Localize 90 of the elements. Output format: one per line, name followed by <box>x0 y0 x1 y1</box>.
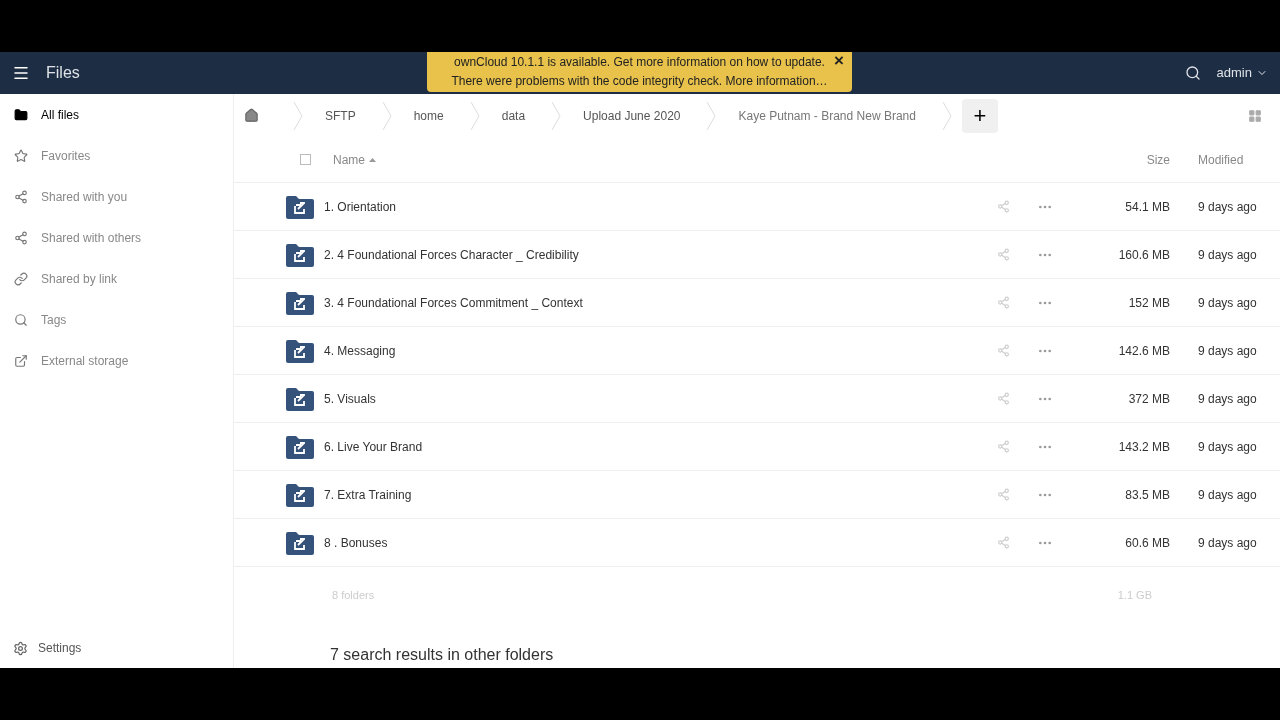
file-row[interactable]: 3. 4 Foundational Forces Commitment _ Context 152 MB 9 days ago <box>234 279 1280 327</box>
user-menu[interactable]: admin <box>1216 63 1268 83</box>
file-name[interactable]: 1. Orientation <box>324 197 397 216</box>
folder-icon <box>14 107 28 122</box>
file-size: 142.6 MB <box>1117 342 1170 360</box>
file-size: 83.5 MB <box>1124 486 1170 504</box>
share-icon[interactable] <box>997 200 1010 213</box>
shared-folder-icon <box>286 242 314 267</box>
file-size: 372 MB <box>1127 390 1170 408</box>
file-row[interactable]: 1. Orientation 54.1 MB 9 days ago <box>234 183 1280 231</box>
shared-folder-icon <box>286 386 314 411</box>
file-row[interactable]: 4. Messaging 142.6 MB 9 days ago <box>234 327 1280 375</box>
file-row[interactable]: 2. 4 Foundational Forces Character _ Credibility 160.6 MB 9 days ago <box>234 231 1280 279</box>
settings-item[interactable]: Settings <box>0 628 233 668</box>
external-icon <box>14 353 28 368</box>
file-size: 160.6 MB <box>1117 246 1170 264</box>
file-modified: 9 days ago <box>1197 390 1258 408</box>
file-row[interactable]: 8 . Bonuses 60.6 MB 9 days ago <box>234 519 1280 567</box>
shared-folder-icon <box>286 290 314 315</box>
share-icon[interactable] <box>997 344 1010 357</box>
shared-folder-icon <box>286 530 314 555</box>
file-modified: 9 days ago <box>1197 198 1258 216</box>
chevron-separator-icon <box>941 100 952 131</box>
share-icon[interactable] <box>997 440 1010 453</box>
sidebar-item[interactable]: Tags <box>0 299 233 340</box>
file-name[interactable]: 2. 4 Foundational Forces Character _ Credibility <box>324 245 579 264</box>
file-size: 54.1 MB <box>1124 198 1170 216</box>
file-modified: 9 days ago <box>1197 342 1258 360</box>
chevron-separator-icon <box>469 100 480 131</box>
sidebar-item[interactable]: Shared by link <box>0 258 233 299</box>
shared-folder-icon <box>286 338 314 363</box>
chevron-separator-icon <box>706 100 717 131</box>
file-size: 152 MB <box>1127 294 1170 312</box>
share-icon <box>14 230 28 245</box>
grid-view-icon[interactable] <box>1248 108 1262 123</box>
star-icon <box>14 148 28 163</box>
breadcrumb-item[interactable]: SFTP <box>325 106 356 125</box>
shared-folder-icon <box>286 434 314 459</box>
file-name[interactable]: 6. Live Your Brand <box>324 437 423 456</box>
sidebar-item[interactable]: Shared with you <box>0 176 233 217</box>
chevron-separator-icon <box>551 100 562 131</box>
share-icon[interactable] <box>997 488 1010 501</box>
breadcrumb-item[interactable]: home <box>413 106 444 125</box>
file-modified: 9 days ago <box>1197 246 1258 264</box>
notification-text: ownCloud 10.1.1 is available. Get more information on how to update. <box>454 54 825 71</box>
file-name[interactable]: 8 . Bonuses <box>324 533 388 552</box>
sidebar-item[interactable]: External storage <box>0 340 233 381</box>
sidebar-item[interactable]: Shared with others <box>0 217 233 258</box>
file-name[interactable]: 4. Messaging <box>324 341 396 360</box>
file-modified: 9 days ago <box>1197 486 1258 504</box>
file-name[interactable]: 7. Extra Training <box>324 485 412 504</box>
app-title: Files <box>46 63 80 83</box>
share-icon[interactable] <box>997 248 1010 261</box>
file-row[interactable]: 5. Visuals 372 MB 9 days ago <box>234 375 1280 423</box>
name-column-header[interactable]: Name <box>333 150 376 169</box>
share-icon[interactable] <box>997 296 1010 309</box>
file-modified: 9 days ago <box>1197 438 1258 456</box>
file-row[interactable]: 7. Extra Training 83.5 MB 9 days ago <box>234 471 1280 519</box>
file-modified: 9 days ago <box>1197 294 1258 312</box>
breadcrumb-item[interactable]: Upload June 2020 <box>583 106 681 125</box>
home-icon[interactable] <box>244 108 259 123</box>
close-button[interactable]: × <box>834 52 844 70</box>
menu-icon[interactable] <box>12 64 30 82</box>
settings-icon <box>13 640 28 656</box>
breadcrumb-item[interactable]: data <box>501 106 526 125</box>
chevron-separator-icon <box>293 100 303 131</box>
search-icon[interactable] <box>1184 65 1201 81</box>
file-name[interactable]: 5. Visuals <box>324 389 376 408</box>
breadcrumb-item[interactable]: Kaye Putnam - Brand New Brand <box>738 106 916 125</box>
chevron-separator-icon <box>381 100 392 131</box>
file-name[interactable]: 3. 4 Foundational Forces Commitment _ Context <box>324 293 583 312</box>
search-results-heading: 7 search results in other folders <box>330 645 554 665</box>
file-modified: 9 days ago <box>1197 534 1258 552</box>
share-icon[interactable] <box>997 392 1010 405</box>
share-icon <box>14 189 28 204</box>
add-button[interactable]: + <box>961 98 998 133</box>
shared-folder-icon <box>286 194 314 219</box>
file-row[interactable]: 6. Live Your Brand 143.2 MB 9 days ago <box>234 423 1280 471</box>
notification-text[interactable]: There were problems with the code integrity check. More information… <box>451 72 828 91</box>
share-icon[interactable] <box>997 536 1010 549</box>
modified-column-header[interactable]: Modified <box>1170 150 1262 169</box>
size-column-header[interactable]: Size <box>1090 150 1170 169</box>
sort-ascending-icon <box>369 157 376 162</box>
shared-folder-icon <box>286 482 314 507</box>
select-all-checkbox[interactable] <box>300 154 311 165</box>
sidebar-item[interactable]: All files <box>0 94 233 135</box>
link-icon <box>14 271 28 286</box>
sidebar-item[interactable]: Favorites <box>0 135 233 176</box>
file-size: 143.2 MB <box>1117 438 1170 456</box>
file-size: 60.6 MB <box>1124 534 1170 552</box>
